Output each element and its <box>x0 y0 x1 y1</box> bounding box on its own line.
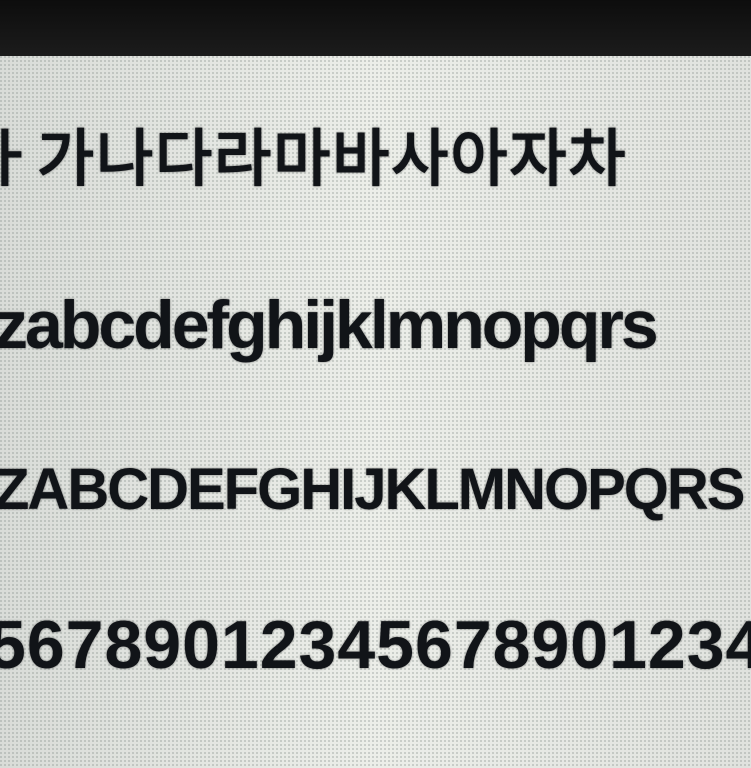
digits-line: 56789012345678901234 <box>0 607 751 683</box>
hangul-line: ㅏ가나다라마바사아자차 <box>0 122 628 195</box>
lowercase-line: zabcdefghijklmnopqrs <box>0 287 659 363</box>
monitor-bezel <box>0 0 751 58</box>
uppercase-line: ZABCDEFGHIJKLMNOPQRS <box>0 457 745 522</box>
screen: ㅏ가나다라마바사아자차 zabcdefghijklmnopqrs ZABCDEF… <box>0 56 751 768</box>
